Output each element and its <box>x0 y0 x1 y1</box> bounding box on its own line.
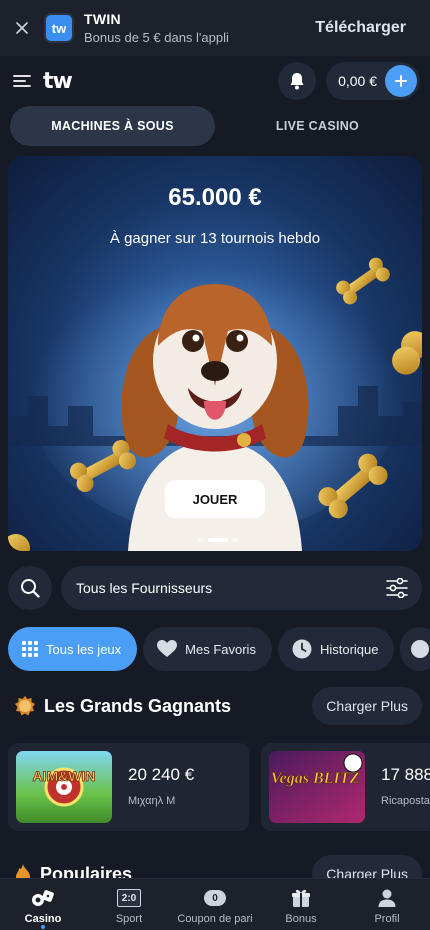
nav-label: Casino <box>24 913 62 925</box>
active-indicator <box>41 925 45 929</box>
app-download-banner: tw TWIN Bonus de 5 € dans l'appli Téléch… <box>0 0 430 56</box>
notifications-button[interactable] <box>278 62 317 100</box>
casino-tabs: MACHINES À SOUS LIVE CASINO <box>10 106 420 146</box>
brand-logo-text: tw <box>43 68 73 94</box>
plus-icon <box>395 75 407 87</box>
winner-card[interactable]: AIM&WIN 20 240 € Μιχαηλ Μ <box>8 743 249 831</box>
nav-label: Profil <box>374 913 400 925</box>
nav-label: Bonus <box>285 913 317 925</box>
bell-icon <box>290 73 304 90</box>
winner-card[interactable]: Vegas BLITZ 17 888 Ricaposta <box>261 743 430 831</box>
chip-favorites[interactable]: Mes Favoris <box>143 627 272 671</box>
balance-value: 0,00 € <box>338 73 377 89</box>
grid-icon <box>22 641 38 657</box>
section-title-big-winners: Les Grands Gagnants <box>44 695 232 716</box>
promo-hero-banner[interactable]: 65.000 € À gagner sur 13 tournois hebdo … <box>8 156 422 551</box>
winner-amount: 17 888 <box>381 765 430 784</box>
hero-amount: 65.000 € <box>168 184 262 211</box>
nav-bet-slip[interactable]: 0 Coupon de pari <box>172 879 258 930</box>
winner-amount: 20 240 € <box>128 765 195 784</box>
download-app-link[interactable]: Télécharger <box>315 19 406 37</box>
close-icon <box>16 22 28 34</box>
search-button[interactable] <box>8 566 52 610</box>
more-icon <box>410 639 430 659</box>
casino-icon <box>31 887 55 909</box>
thumb-label-vegas-blitz: Vegas BLITZ <box>271 770 360 787</box>
carousel-indicators <box>196 538 240 542</box>
brand-logo[interactable]: tw <box>43 68 73 94</box>
chip-all-games[interactable]: Tous les jeux <box>8 627 138 671</box>
big-winners-header: Les Grands Gagnants Charger Plus <box>14 687 422 725</box>
load-more-winners-button[interactable]: Charger Plus <box>312 687 422 725</box>
banner-app-name: TWIN <box>84 11 121 27</box>
search-icon <box>21 579 40 598</box>
close-banner-button[interactable] <box>0 0 44 56</box>
hamburger-icon <box>13 75 31 87</box>
banner-subtitle: Bonus de 5 € dans l'appli <box>84 30 229 45</box>
deposit-button[interactable] <box>385 65 417 97</box>
filter-sliders-icon[interactable] <box>386 578 408 598</box>
thumb-label-aim-win: AIM&WIN <box>33 768 96 784</box>
game-thumbnail-vegas-blitz[interactable]: Vegas BLITZ <box>269 751 365 823</box>
providers-label: Tous les Fournisseurs <box>76 580 213 596</box>
tab-slot-machines[interactable]: MACHINES À SOUS <box>10 106 215 146</box>
top-header: tw 0,00 € <box>0 56 430 106</box>
menu-button[interactable] <box>13 71 37 91</box>
nav-sport[interactable]: 2:0 Sport <box>86 879 172 930</box>
carousel-dot[interactable] <box>232 538 238 542</box>
trophy-badge-icon <box>15 696 35 716</box>
tab-live-casino[interactable]: LIVE CASINO <box>215 106 420 146</box>
clock-icon <box>292 639 312 659</box>
heart-icon <box>157 640 178 658</box>
carousel-dot-active[interactable] <box>208 538 228 542</box>
gift-icon <box>291 887 311 909</box>
hero-subtitle: À gagner sur 13 tournois hebdo <box>109 230 321 247</box>
providers-select[interactable]: Tous les Fournisseurs <box>61 566 422 610</box>
game-thumbnail-aim-win[interactable]: AIM&WIN <box>16 751 112 823</box>
nav-profile[interactable]: Profil <box>344 879 430 930</box>
carousel-dot[interactable] <box>198 538 204 542</box>
app-logo-icon: tw <box>44 13 74 43</box>
chip-label: Tous les jeux <box>46 641 122 657</box>
nav-bonus[interactable]: Bonus <box>258 879 344 930</box>
chip-more[interactable] <box>400 627 430 671</box>
winner-name: Ricaposta <box>381 795 430 807</box>
winner-name: Μιχαηλ Μ <box>128 795 176 807</box>
nav-label: Coupon de pari <box>177 913 253 925</box>
chip-label: Historique <box>319 641 379 657</box>
coupon-count: 0 <box>204 890 226 906</box>
coupon-icon: 0 <box>204 887 226 909</box>
app-logo-text: tw <box>51 20 67 36</box>
category-chips: Tous les jeux Mes Favoris Historique <box>8 627 430 671</box>
nav-casino[interactable]: Casino <box>0 879 86 930</box>
user-icon <box>377 887 397 909</box>
score-icon-text: 2:0 <box>117 889 141 907</box>
chip-label: Mes Favoris <box>185 641 256 657</box>
score-icon: 2:0 <box>117 887 141 909</box>
nav-label: Sport <box>115 913 143 925</box>
banner-text: TWIN Bonus de 5 € dans l'appli <box>84 11 315 45</box>
big-winners-list: AIM&WIN 20 240 € Μιχαηλ Μ Vegas BLITZ 17… <box>8 743 430 831</box>
play-button[interactable]: JOUER <box>165 480 265 518</box>
chip-history[interactable]: Historique <box>277 627 395 671</box>
bottom-navigation: Casino 2:0 Sport 0 Coupon de pari Bonus <box>0 878 430 930</box>
balance-pill[interactable]: 0,00 € <box>326 62 420 100</box>
